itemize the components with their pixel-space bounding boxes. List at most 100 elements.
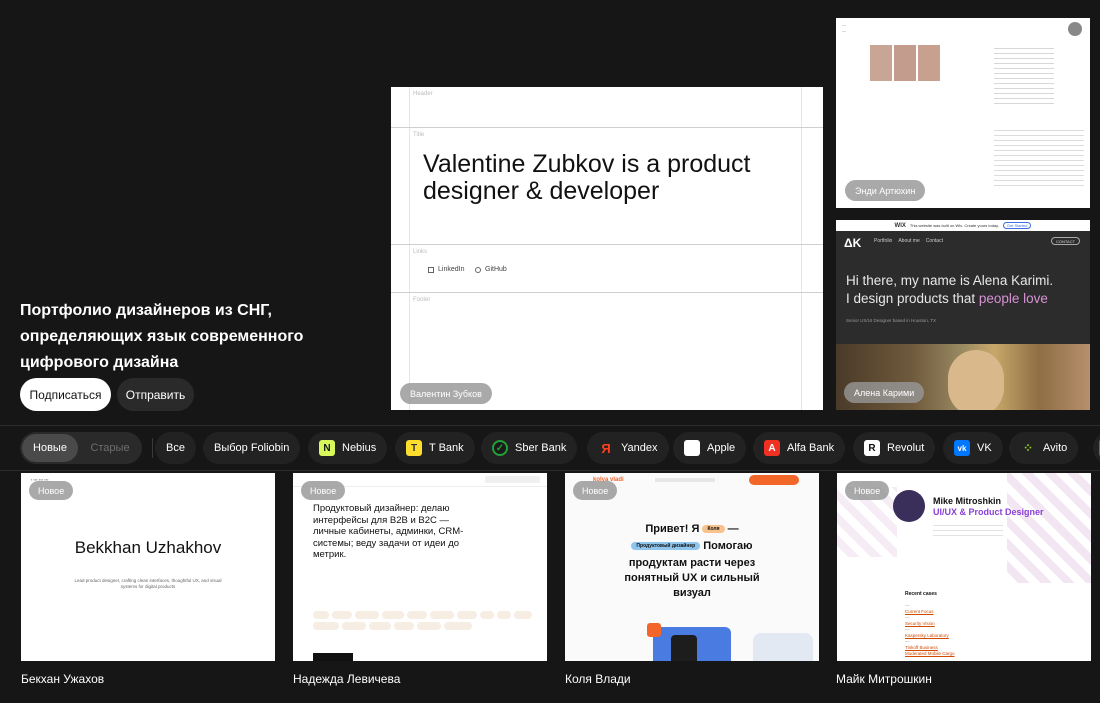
new-badge: Новое bbox=[29, 481, 74, 500]
filter-chip-alfabank[interactable]: A Alfa Bank bbox=[753, 432, 846, 464]
tbank-icon: T bbox=[406, 440, 422, 456]
portfolio-card-kolya[interactable]: kolya vladi Привет! Я Коля — Продуктовый… bbox=[565, 473, 819, 661]
card-caption-nadezhda[interactable]: Надежда Левичева bbox=[293, 672, 400, 686]
card-caption-mike[interactable]: Майк Митрошкин bbox=[836, 672, 932, 686]
mike-title-name: Mike Mitroshkin bbox=[933, 496, 1002, 506]
filter-chip-apple[interactable]: Apple bbox=[673, 432, 747, 464]
filter-chip-vk[interactable]: vk VK bbox=[943, 432, 1003, 464]
filter-chip-all-label: Все bbox=[166, 442, 185, 454]
andy-text-block bbox=[994, 44, 1054, 104]
wix-banner: WIX This website was built on Wix. Creat… bbox=[836, 220, 1090, 231]
filter-chip-all[interactable]: Все bbox=[155, 432, 196, 464]
section-label-links: Links bbox=[413, 249, 428, 255]
featured-card-alena[interactable]: WIX This website was built on Wix. Creat… bbox=[836, 220, 1090, 410]
github-link[interactable]: GitHub bbox=[475, 266, 507, 273]
filter-divider bbox=[152, 438, 153, 458]
featured-card-andy[interactable]: — — Энди Артюхин bbox=[836, 18, 1090, 208]
card-caption-kolya[interactable]: Коля Влади bbox=[565, 672, 631, 686]
sberbank-icon: ✓ bbox=[492, 440, 508, 456]
new-badge: Новое bbox=[301, 481, 346, 500]
section-label-footer: Footer bbox=[413, 297, 431, 303]
nadezhda-text-columns bbox=[313, 565, 543, 605]
andy-bio-block bbox=[994, 126, 1084, 186]
nebius-icon: N bbox=[319, 440, 335, 456]
featured-main-title: Valentine Zubkov is a product designer &… bbox=[423, 150, 751, 205]
nadezhda-title: Продуктовый дизайнер: делаю интерфейсы д… bbox=[313, 503, 464, 560]
filter-chip-foliobin-label: Выбор Foliobin bbox=[214, 442, 290, 454]
kolya-role-tag: Продуктовый дизайнер bbox=[631, 542, 701, 551]
filter-chip-avito-label: Avito bbox=[1043, 442, 1068, 454]
page-root: Портфолио дизайнеров из СНГ, определяющи… bbox=[0, 0, 1100, 703]
alena-tagline: I design products that people love bbox=[846, 290, 1048, 308]
filter-chip-avito[interactable]: ⁘ Avito bbox=[1009, 432, 1079, 464]
filter-bar: Новые Старые Все Выбор Foliobin N Nebius … bbox=[0, 425, 1100, 471]
alena-nav: Portfolio About me Contact bbox=[874, 238, 943, 244]
mike-section-title: Recent cases bbox=[905, 591, 937, 597]
mike-title-role: UI/UX & Product Designer bbox=[933, 507, 1044, 517]
featured-top-name-pill: Энди Артюхин bbox=[845, 180, 926, 201]
alena-greeting: Hi there, my name is Alena Karimi. bbox=[846, 273, 1054, 288]
portfolio-card-mike[interactable]: Mike Mitroshkin UI/UX & Product Designer… bbox=[837, 473, 1091, 661]
kolya-nav bbox=[655, 478, 715, 482]
kolya-line3: продуктам расти через понятный UX и силь… bbox=[624, 557, 760, 599]
filter-chip-vk-label: VK bbox=[977, 442, 992, 454]
subscribe-button[interactable]: Подписаться bbox=[20, 378, 111, 411]
sort-toggle: Новые Старые bbox=[20, 432, 142, 464]
kolya-name-tag: Коля bbox=[702, 525, 725, 534]
filter-chip-sberbank-label: Sber Bank bbox=[515, 442, 567, 454]
andy-header-text: — — bbox=[842, 22, 846, 33]
kolya-help-text: Помогаю bbox=[703, 540, 753, 552]
featured-bottom-name-pill: Алена Карими bbox=[844, 382, 925, 403]
portfolio-card-bekkhan[interactable]: ▪ ▪▪▪ ▪▪▪ ▪▪▪ Bekkhan Uzhakhov Lead prod… bbox=[21, 473, 275, 661]
kolya-greeting: Привет! Я bbox=[645, 523, 700, 535]
filter-chip-foliobin[interactable]: Выбор Foliobin bbox=[203, 432, 301, 464]
featured-card-valentin[interactable]: Header Title Valentine Zubkov is a produ… bbox=[391, 87, 823, 410]
nadezhda-skill-tags bbox=[313, 611, 541, 630]
card-caption-bekkhan[interactable]: Бекхан Ужахов bbox=[21, 672, 104, 686]
alena-nav-about[interactable]: About me bbox=[898, 238, 919, 244]
send-button[interactable]: Отправить bbox=[117, 378, 194, 411]
sort-new-tab[interactable]: Новые bbox=[22, 434, 78, 462]
alena-contact-button[interactable]: CONTACT bbox=[1051, 237, 1081, 245]
avito-icon: ⁘ bbox=[1022, 441, 1034, 455]
vk-icon: vk bbox=[954, 440, 970, 456]
alena-tagline-accent: people love bbox=[978, 291, 1048, 306]
alena-nav-portfolio[interactable]: Portfolio bbox=[874, 238, 892, 244]
mike-contacts bbox=[933, 521, 1003, 539]
mike-case-links: — Current Focus — Security Vision — Kasp… bbox=[905, 603, 1055, 657]
section-label-header: Header bbox=[413, 91, 433, 97]
section-label-title: Title bbox=[413, 132, 425, 138]
alena-nav-contact[interactable]: Contact bbox=[926, 238, 943, 244]
github-link-label: GitHub bbox=[485, 266, 507, 273]
mike-case-link-5[interactable]: Moderated Mobile Cargo bbox=[905, 651, 1055, 657]
featured-name-pill: Валентин Зубков bbox=[400, 383, 492, 404]
linkedin-link[interactable]: LinkedIn bbox=[428, 266, 464, 273]
alena-subtitle: Senior UX/UI Designer based in Houston, … bbox=[846, 318, 936, 323]
filter-chip-tbank-label: T Bank bbox=[429, 442, 464, 454]
kolya-cta-button[interactable] bbox=[749, 475, 799, 485]
filter-chip-nebius[interactable]: N Nebius bbox=[308, 432, 388, 464]
bekkhan-desc: Lead product designer, crafting clean in… bbox=[74, 578, 222, 589]
filter-chip-more[interactable] bbox=[1093, 432, 1100, 464]
sort-old-tab[interactable]: Старые bbox=[82, 434, 138, 462]
filter-chip-nebius-label: Nebius bbox=[342, 442, 377, 454]
filter-chip-alfabank-label: Alfa Bank bbox=[787, 442, 835, 454]
kolya-second-mockup bbox=[753, 633, 813, 661]
page-headline: Портфолио дизайнеров из СНГ, определяющи… bbox=[20, 302, 304, 371]
filter-chip-yandex-label: Yandex bbox=[621, 442, 658, 454]
new-badge: Новое bbox=[573, 481, 618, 500]
github-icon bbox=[475, 266, 481, 273]
portfolio-card-nadezhda[interactable]: Продуктовый дизайнер: делаю интерфейсы д… bbox=[293, 473, 547, 661]
alfabank-icon: A bbox=[764, 440, 780, 456]
linkedin-icon bbox=[428, 266, 434, 273]
new-badge: Новое bbox=[845, 481, 890, 500]
filter-chip-sberbank[interactable]: ✓ Sber Bank bbox=[481, 432, 578, 464]
filter-chip-yandex[interactable]: Я Yandex bbox=[587, 432, 669, 464]
kolya-line1: Привет! Я Коля — bbox=[645, 523, 739, 535]
revolut-icon: R bbox=[864, 440, 880, 456]
kolya-device-mockup bbox=[647, 623, 731, 661]
filter-chip-tbank[interactable]: T T Bank bbox=[395, 432, 475, 464]
wix-get-started-button[interactable]: Get Started bbox=[1002, 222, 1032, 229]
menu-icon[interactable] bbox=[1068, 22, 1082, 36]
filter-chip-revolut[interactable]: R Revolut bbox=[853, 432, 936, 464]
